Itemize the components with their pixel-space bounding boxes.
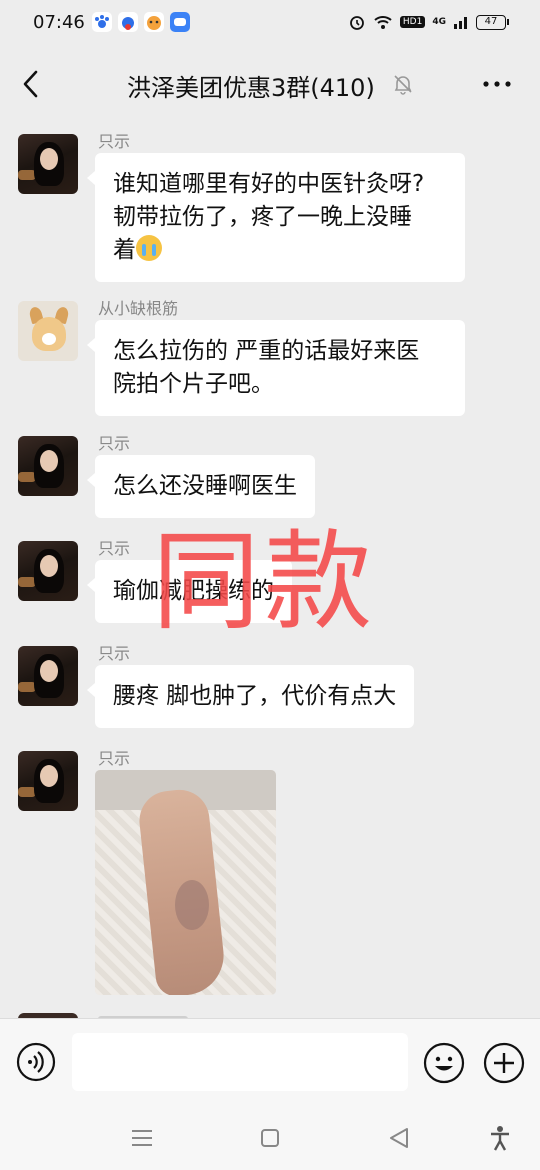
sender-name: 只示	[98, 434, 131, 453]
home-button[interactable]	[256, 1124, 284, 1152]
home-icon	[261, 1129, 279, 1147]
status-time: 07:46	[33, 12, 85, 33]
avatar[interactable]	[18, 751, 78, 811]
voice-button[interactable]	[16, 1042, 56, 1082]
status-indicators: HD1 4G 47	[348, 13, 509, 31]
message-line: 腰疼 脚也肿了，代价有点大	[113, 683, 397, 709]
sender-name: 只示	[98, 132, 131, 151]
message-line: 院拍个片子吧。	[113, 371, 274, 397]
chevron-left-icon	[23, 70, 38, 98]
foot-photo[interactable]	[95, 770, 276, 995]
notification-icons	[92, 12, 190, 32]
hd-badge: HD1	[399, 16, 426, 28]
crying-emoji-icon	[136, 235, 162, 261]
back-button[interactable]	[14, 66, 50, 102]
network-label: 4G	[432, 17, 446, 27]
wifi-icon	[374, 16, 392, 29]
message-bubble[interactable]: 怎么还没睡啊医生	[87, 455, 315, 518]
menu-icon	[132, 1130, 152, 1146]
watermark-text: 同款	[152, 520, 377, 645]
sender-name: 只示	[98, 749, 131, 768]
signal-icon	[454, 17, 467, 29]
sender-name: 只示	[98, 539, 131, 558]
avatar[interactable]	[18, 134, 78, 194]
sender-name: 只示	[98, 644, 131, 663]
emoji-icon	[423, 1042, 465, 1084]
message-app-icon	[170, 12, 190, 32]
accessibility-button[interactable]	[486, 1124, 514, 1152]
more-dots-icon	[483, 81, 511, 87]
bell-off-icon	[392, 73, 414, 95]
input-bar	[0, 1018, 540, 1106]
sender-name: 从小缺根筋	[98, 299, 179, 318]
message-bubble[interactable]: 怎么拉伤的 严重的话最好来医 院拍个片子吧。	[87, 320, 465, 416]
avatar[interactable]	[18, 301, 78, 361]
message-line: 怎么拉伤的 严重的话最好来医	[113, 338, 420, 364]
voice-icon	[16, 1042, 56, 1082]
chat-title: 洪泽美团优惠3群(410)	[127, 74, 375, 102]
message-input[interactable]	[72, 1033, 408, 1091]
plus-icon	[483, 1042, 525, 1084]
emoji-button[interactable]	[423, 1042, 465, 1084]
triangle-back-icon	[390, 1128, 408, 1148]
status-bar: 07:46 HD1 4G 47	[0, 0, 540, 48]
accessibility-icon	[491, 1126, 509, 1151]
message-line: 谁知道哪里有好的中医针灸呀?	[113, 171, 425, 197]
more-button[interactable]	[480, 70, 514, 98]
message-line: 怎么还没睡啊医生	[113, 473, 297, 499]
back-nav-button[interactable]	[385, 1124, 413, 1152]
message-line: 着	[113, 237, 136, 263]
chat-header: 洪泽美团优惠3群(410)	[0, 48, 540, 120]
avatar[interactable]	[18, 436, 78, 496]
message-bubble[interactable]: 腰疼 脚也肿了，代价有点大	[86, 665, 415, 728]
battery-indicator: 47	[476, 14, 509, 30]
paw-app-icon	[92, 12, 112, 32]
message-bubble[interactable]: 谁知道哪里有好的中医针灸呀? 韧带拉伤了，疼了一晚上没睡 着	[87, 153, 465, 282]
cat-app-icon	[144, 12, 164, 32]
system-nav-bar	[0, 1106, 540, 1170]
plus-button[interactable]	[483, 1042, 525, 1084]
message-line: 韧带拉伤了，疼了一晚上没睡	[113, 204, 412, 230]
menu-button[interactable]	[128, 1124, 156, 1152]
alarm-icon	[350, 16, 364, 30]
avatar[interactable]	[18, 646, 78, 706]
avatar[interactable]	[18, 541, 78, 601]
baidu-app-icon	[118, 12, 138, 32]
